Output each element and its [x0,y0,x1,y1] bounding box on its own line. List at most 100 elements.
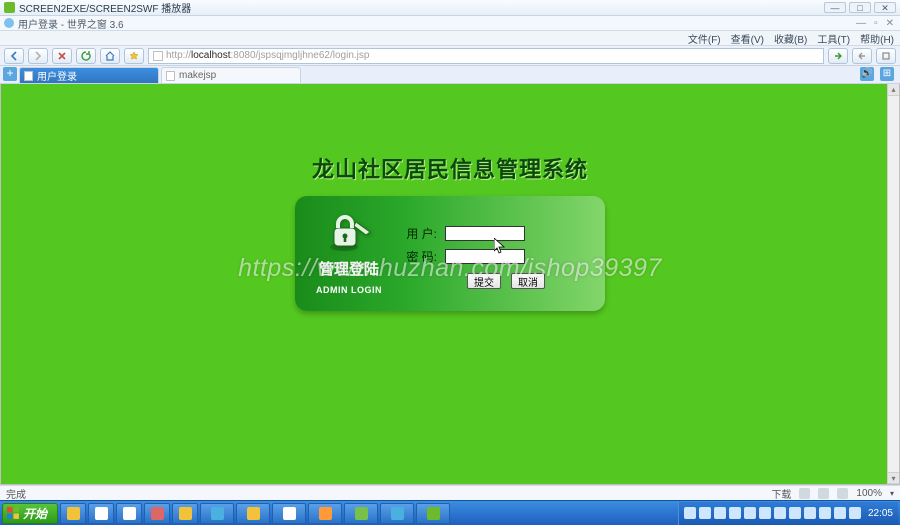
addr-path: :8080/jspsqjmgljhne62/login.jsp [230,50,369,61]
taskbar-item-7[interactable] [236,503,270,524]
vertical-scrollbar[interactable]: ▴ ▾ [887,84,899,484]
menu-help[interactable]: 帮助(H) [860,31,894,46]
login-title-cn: 管理登陆 [319,258,379,279]
menu-tools[interactable]: 工具(T) [817,31,850,46]
status-ico-2[interactable] [818,488,829,499]
screen2swf-icon [4,2,15,13]
tab-login[interactable]: 用户登录 [19,67,159,83]
taskbar-item-9[interactable] [308,503,342,524]
reload-button[interactable] [76,48,96,64]
status-text: 完成 [6,486,26,501]
mute-button[interactable]: 🔊 [860,67,874,81]
inner-minimize-button[interactable]: — [854,18,868,29]
page-content: 龙山社区居民信息管理系统 管理登陆 ADMIN LOGIN [1,84,899,311]
tray-icon-12[interactable] [849,507,861,519]
favorite-star-button[interactable] [124,48,144,64]
login-panel: 管理登陆 ADMIN LOGIN 用 户: 密 码: 提交 取消 [295,196,605,311]
inner-close-button[interactable]: ✕ [884,18,896,29]
go-button[interactable] [828,48,848,64]
tray-icon-3[interactable] [714,507,726,519]
taskbar-item-10[interactable] [344,503,378,524]
maximize-button[interactable]: □ [849,2,871,13]
status-ico-1[interactable] [799,488,810,499]
taskbar-item-3[interactable] [116,503,142,524]
scroll-up-button[interactable]: ▴ [888,84,899,96]
reset-button[interactable]: 取消 [511,273,545,289]
status-ico-3[interactable] [837,488,848,499]
extensions-button[interactable] [876,48,896,64]
login-title-en: ADMIN LOGIN [316,285,382,295]
browser-menu-bar: 文件(F) 查看(V) 收藏(B) 工具(T) 帮助(H) [0,31,900,46]
stop-button[interactable] [52,48,72,64]
tab-makejsp[interactable]: makejsp [161,67,301,83]
tray-icon-11[interactable] [834,507,846,519]
menu-fav[interactable]: 收藏(B) [774,31,807,46]
taskbar-item-6[interactable] [200,503,234,524]
outer-title-text: SCREEN2EXE/SCREEN2SWF 播放器 [19,0,191,15]
taskbar-item-5[interactable] [172,503,198,524]
scroll-down-button[interactable]: ▾ [888,472,899,484]
close-button[interactable]: ✕ [874,2,896,13]
tab-label: makejsp [179,70,216,81]
home-button[interactable] [100,48,120,64]
username-input[interactable] [445,226,525,241]
restore-tab-button[interactable] [852,48,872,64]
password-input[interactable] [445,249,525,264]
overview-button[interactable]: ⊞ [880,67,894,81]
forward-button[interactable] [28,48,48,64]
login-form: 用 户: 密 码: 提交 取消 [403,196,605,311]
page-icon [24,71,33,81]
tray-icon-1[interactable] [684,507,696,519]
browser-title-text: 用户登录 - 世界之窗 3.6 [18,16,124,31]
page-icon [153,51,163,61]
download-label[interactable]: 下载 [771,486,791,501]
tray-icon-6[interactable] [759,507,771,519]
zoom-chevron-icon[interactable]: ▾ [890,489,894,498]
new-tab-button[interactable]: + [3,67,17,81]
password-label: 密 码: [403,248,437,265]
windows-logo-icon [7,507,20,520]
system-title: 龙山社区居民信息管理系统 [1,152,899,184]
browser-title-bar: 用户登录 - 世界之窗 3.6 — ▫ ✕ [0,16,900,31]
addr-protocol: http:// [166,50,191,61]
minimize-button[interactable]: — [824,2,846,13]
address-toolbar: http://localhost:8080/jspsqjmgljhne62/lo… [0,46,900,66]
windows-taskbar: 开始 22:05 [0,500,900,525]
tab-label: 用户登录 [37,68,77,83]
tray-icon-9[interactable] [804,507,816,519]
tray-icon-4[interactable] [729,507,741,519]
taskbar-clock[interactable]: 22:05 [868,508,893,519]
tray-icon-2[interactable] [699,507,711,519]
back-button[interactable] [4,48,24,64]
taskbar-item-2[interactable] [88,503,114,524]
address-input[interactable]: http://localhost:8080/jspsqjmgljhne62/lo… [148,48,824,64]
addr-host: localhost [191,50,230,61]
taskbar-item-8[interactable] [272,503,306,524]
tray-icon-8[interactable] [789,507,801,519]
lock-icon [326,212,372,252]
inner-restore-button[interactable]: ▫ [872,18,880,29]
submit-button[interactable]: 提交 [467,273,501,289]
username-label: 用 户: [403,225,437,242]
tray-icon-5[interactable] [744,507,756,519]
taskbar-item-1[interactable] [60,503,86,524]
taskbar-item-4[interactable] [144,503,170,524]
taskbar-item-11[interactable] [380,503,414,524]
page-viewport: ▴ ▾ 龙山社区居民信息管理系统 管理登陆 ADMIN LOGIN [0,84,900,485]
taskbar-item-12[interactable] [416,503,450,524]
outer-title-bar: SCREEN2EXE/SCREEN2SWF 播放器 — □ ✕ [0,0,900,16]
system-tray: 22:05 [678,502,898,525]
status-bar: 完成 下载 100% ▾ [0,485,900,500]
login-panel-left: 管理登陆 ADMIN LOGIN [295,196,403,311]
screen-recorder-window: SCREEN2EXE/SCREEN2SWF 播放器 — □ ✕ 用户登录 - 世… [0,0,900,525]
page-icon [166,71,175,81]
zoom-level[interactable]: 100% [856,488,882,499]
tab-strip: + 用户登录 makejsp 🔊 ⊞ [0,66,900,84]
start-button[interactable]: 开始 [2,503,58,524]
browser-icon [4,18,14,28]
tray-icon-7[interactable] [774,507,786,519]
menu-view[interactable]: 查看(V) [731,31,764,46]
tray-icon-10[interactable] [819,507,831,519]
menu-file[interactable]: 文件(F) [688,31,721,46]
start-label: 开始 [23,505,47,522]
